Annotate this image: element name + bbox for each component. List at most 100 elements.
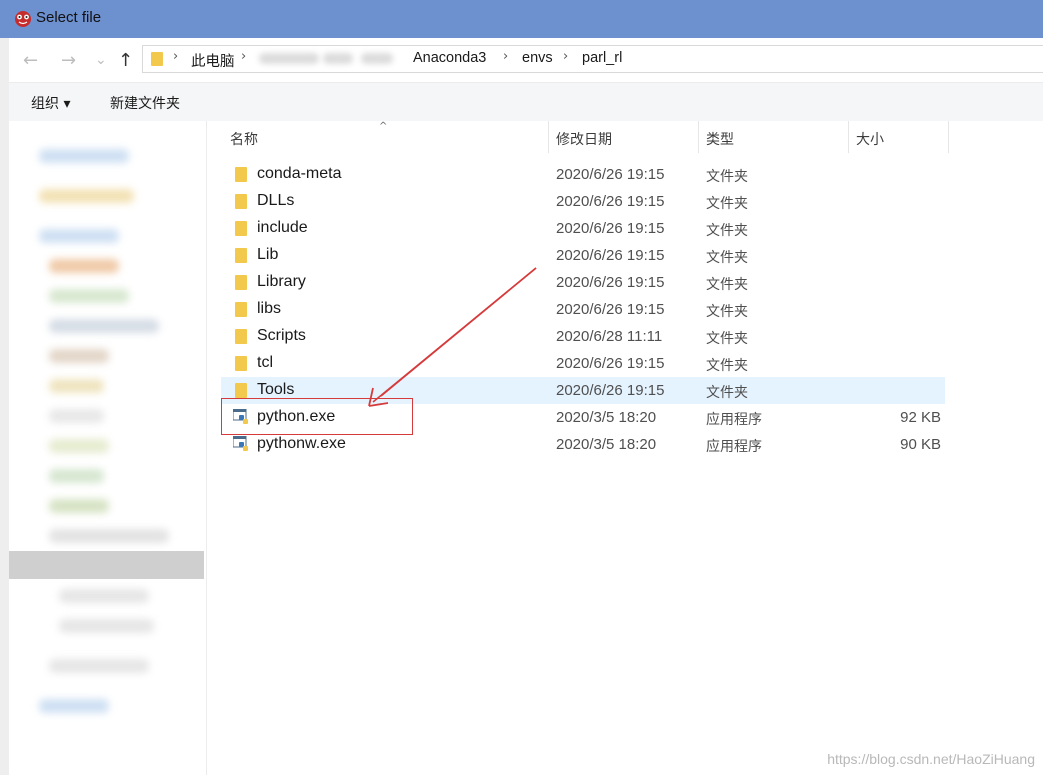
nav-item-blurred[interactable] [49,409,104,423]
file-type: 文件夹 [706,358,748,374]
column-divider[interactable] [698,121,699,153]
file-name: DLLs [257,192,295,209]
file-name: tcl [257,354,273,371]
column-header-name[interactable]: 名称 [230,129,258,149]
file-row[interactable]: Lib 2020/6/26 19:15 文件夹 [221,242,945,269]
folder-icon [235,194,247,209]
file-type: 应用程序 [706,439,762,455]
folder-icon [235,167,247,182]
highlight-box [221,398,413,435]
file-modified-date: 2020/6/26 19:15 [556,382,665,399]
app-icon [15,11,31,27]
breadcrumb-envs[interactable]: envs [522,50,553,66]
breadcrumb-separator: › [503,49,509,64]
nav-item-blurred[interactable] [49,349,109,363]
nav-item-blurred[interactable] [49,499,109,513]
redacted-breadcrumb [259,53,319,64]
file-name: conda-meta [257,165,342,182]
file-row[interactable]: libs 2020/6/26 19:15 文件夹 [221,296,945,323]
column-header-size[interactable]: 大小 [856,129,884,149]
folder-icon [235,248,247,263]
nav-item-blurred[interactable] [59,619,154,633]
file-modified-date: 2020/6/26 19:15 [556,301,665,318]
nav-item-blurred[interactable] [39,189,134,203]
breadcrumb-separator: › [563,49,569,64]
file-row[interactable]: conda-meta 2020/6/26 19:15 文件夹 [221,161,945,188]
nav-item-blurred[interactable] [49,469,104,483]
nav-item-blurred[interactable] [49,439,109,453]
file-row[interactable]: pythonw.exe 2020/3/5 18:20 应用程序 90 KB [221,431,945,458]
column-divider[interactable] [548,121,549,153]
file-name: include [257,219,308,236]
file-modified-date: 2020/6/26 19:15 [556,274,665,291]
file-type: 文件夹 [706,331,748,347]
forward-button[interactable]: → [61,50,76,71]
nav-item-blurred[interactable] [39,229,119,243]
new-folder-button[interactable]: 新建文件夹 [110,93,180,113]
file-row[interactable]: tcl 2020/6/26 19:15 文件夹 [221,350,945,377]
breadcrumb-parl-rl[interactable]: parl_rl [582,50,622,66]
folder-icon [235,302,247,317]
window-title: Select file [36,9,102,26]
breadcrumb-separator: › [241,49,247,64]
file-type: 文件夹 [706,304,748,320]
column-divider[interactable] [848,121,849,153]
file-type: 文件夹 [706,223,748,239]
python-exe-icon [233,436,248,451]
file-size: 92 KB [900,409,941,426]
file-row[interactable]: Scripts 2020/6/28 11:11 文件夹 [221,323,945,350]
window-titlebar: Select file [0,0,1043,38]
file-row[interactable]: include 2020/6/26 19:15 文件夹 [221,215,945,242]
file-type: 文件夹 [706,169,748,185]
organize-menu-button[interactable]: 组织 ▾ [31,93,70,113]
folder-icon [235,221,247,236]
file-size: 90 KB [900,436,941,453]
file-modified-date: 2020/3/5 18:20 [556,436,657,453]
breadcrumb-separator: › [173,49,179,64]
folder-icon [151,52,163,66]
file-modified-date: 2020/6/26 19:15 [556,220,665,237]
column-header-modified[interactable]: 修改日期 [556,129,612,149]
file-modified-date: 2020/3/5 18:20 [556,409,657,426]
nav-item-selected[interactable] [9,551,204,579]
file-modified-date: 2020/6/26 19:15 [556,193,665,210]
nav-item-blurred[interactable] [49,289,129,303]
file-name: Lib [257,246,279,263]
nav-item-blurred[interactable] [39,699,109,713]
file-name: Tools [257,381,295,398]
nav-item-blurred[interactable] [49,379,104,393]
file-type: 文件夹 [706,250,748,266]
file-type: 文件夹 [706,277,748,293]
file-type: 文件夹 [706,385,748,401]
nav-item-blurred[interactable] [49,319,159,333]
file-row[interactable]: Library 2020/6/26 19:15 文件夹 [221,269,945,296]
nav-item-blurred[interactable] [39,149,129,163]
sort-ascending-icon: ^ [379,121,388,132]
file-list[interactable]: ^ 名称 修改日期 类型 大小 conda-meta 2020/6/26 19:1… [207,121,1043,775]
file-modified-date: 2020/6/26 19:15 [556,355,665,372]
nav-item-blurred[interactable] [49,259,119,273]
command-toolbar: 组织 ▾ 新建文件夹 [9,82,1043,122]
redacted-breadcrumb [323,53,353,64]
file-name: Scripts [257,327,306,344]
file-row[interactable]: DLLs 2020/6/26 19:15 文件夹 [221,188,945,215]
back-button[interactable]: ← [23,50,38,71]
up-button[interactable]: ↑ [118,50,133,71]
nav-item-blurred[interactable] [59,589,149,603]
breadcrumb-this-pc[interactable]: 此电脑 [191,50,235,71]
nav-item-blurred[interactable] [49,529,169,543]
watermark: https://blog.csdn.net/HaoZiHuang [827,751,1035,767]
breadcrumb-anaconda3[interactable]: Anaconda3 [413,50,486,66]
folder-icon [235,383,247,398]
navigation-pane[interactable] [9,121,207,775]
file-name: Library [257,273,306,290]
address-bar[interactable]: › 此电脑 › Anaconda3 › envs › parl_rl [142,45,1043,73]
recent-locations-dropdown[interactable]: ⌄ [95,52,107,68]
nav-item-blurred[interactable] [49,659,149,673]
folder-icon [235,329,247,344]
folder-icon [235,275,247,290]
column-header-type[interactable]: 类型 [706,129,734,149]
folder-icon [235,356,247,371]
column-divider[interactable] [948,121,949,153]
file-type: 应用程序 [706,412,762,428]
